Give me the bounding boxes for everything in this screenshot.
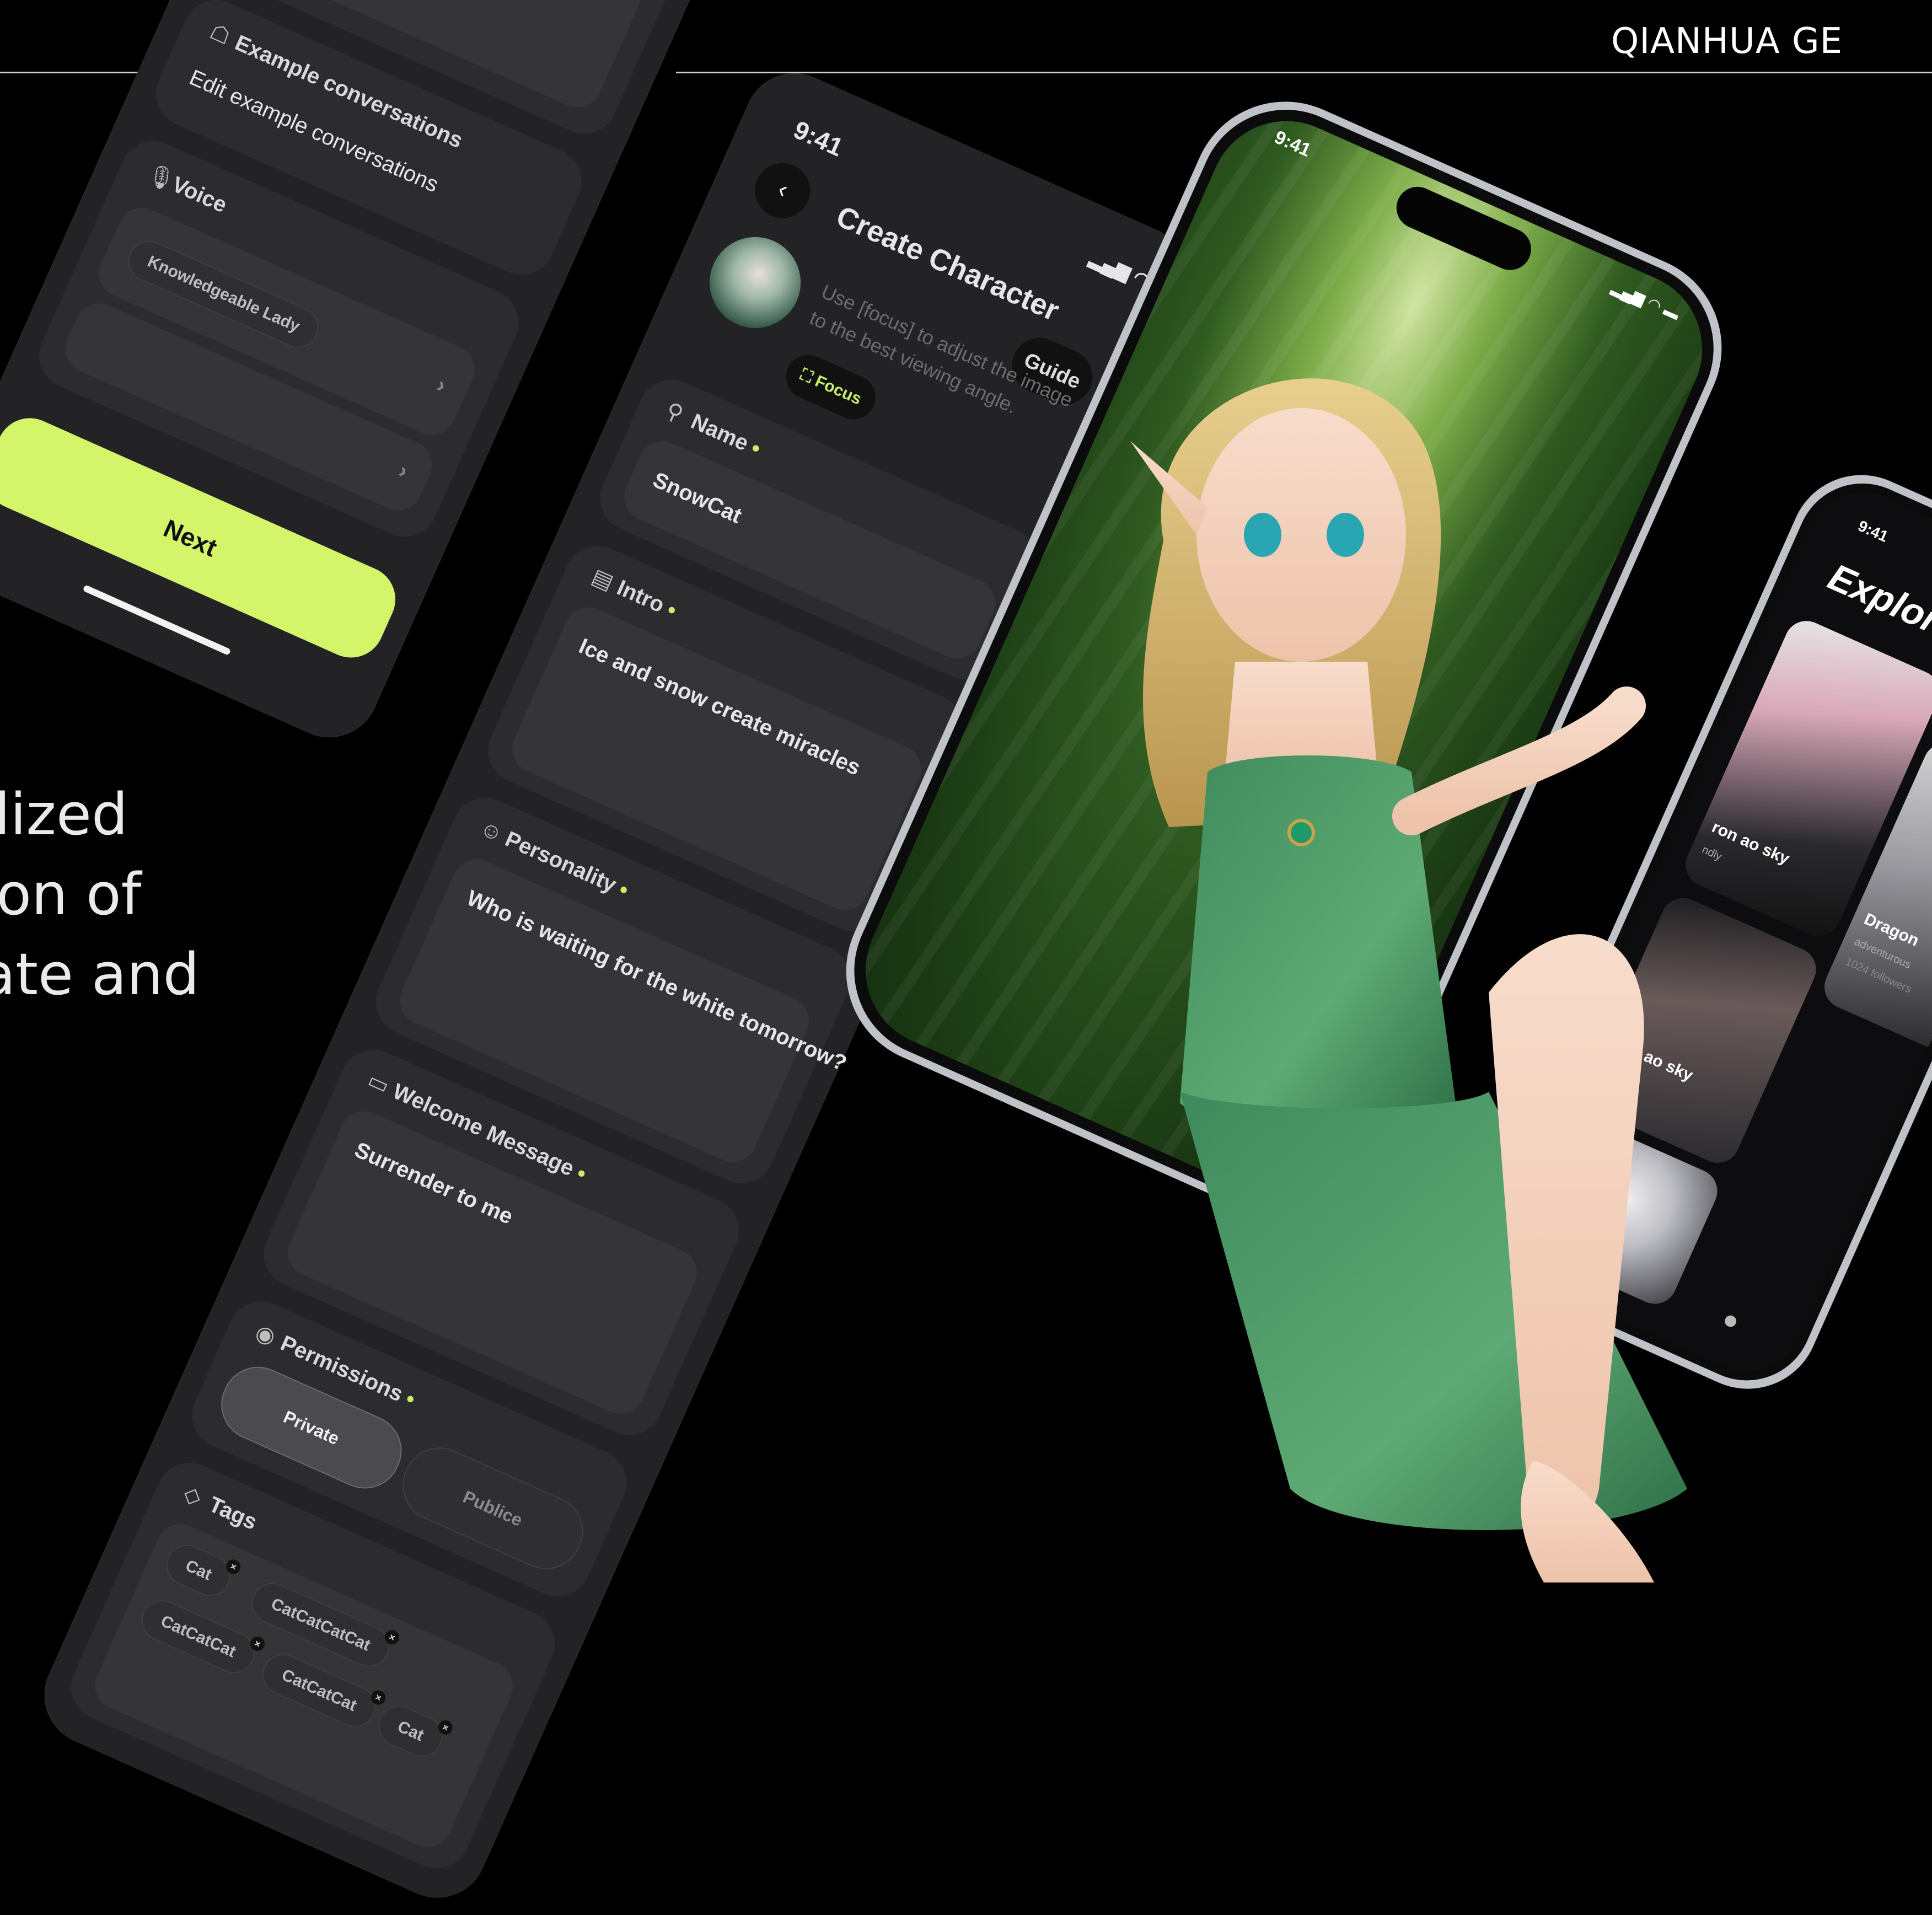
header-rule-left bbox=[0, 72, 155, 73]
voice-label: 🎙Voice bbox=[143, 160, 231, 218]
personality-value: Who is waiting for the white tomorrow? bbox=[463, 886, 851, 1076]
remove-tag-icon[interactable]: × bbox=[369, 1688, 388, 1707]
explore-status-time: 9:41 bbox=[1855, 517, 1891, 545]
back-button[interactable]: ‹ bbox=[746, 154, 819, 227]
book-icon: ▤ bbox=[588, 564, 618, 595]
chevron-right-icon: › bbox=[433, 372, 450, 398]
microphone-icon: 🎙 bbox=[143, 160, 179, 195]
tag-chip[interactable]: CatCatCat × bbox=[135, 1594, 267, 1680]
tag-chip[interactable]: Cat × bbox=[372, 1699, 455, 1764]
arm-shape bbox=[1392, 686, 1646, 835]
permission-public-option[interactable]: Publice bbox=[391, 1436, 595, 1581]
character-avatar[interactable] bbox=[695, 222, 815, 343]
face-shape bbox=[1196, 408, 1406, 662]
header-rule-right bbox=[676, 72, 1932, 73]
user-icon: ⚲ bbox=[662, 398, 687, 427]
remove-tag-icon[interactable]: × bbox=[382, 1628, 402, 1647]
welcome-value: Surrender to me bbox=[351, 1138, 517, 1229]
necklace-gem bbox=[1287, 819, 1315, 846]
focus-button[interactable]: ⛶ Focus bbox=[779, 347, 883, 427]
right-eye bbox=[1327, 513, 1364, 557]
tag-chip[interactable]: CatCatCatCat × bbox=[245, 1576, 402, 1673]
remove-tag-icon[interactable]: × bbox=[436, 1718, 455, 1737]
left-eye bbox=[1244, 513, 1281, 557]
intro-value: Ice and snow create miracles bbox=[575, 634, 865, 780]
character-illustration bbox=[1130, 378, 1687, 1583]
chat-icon: ☖ bbox=[206, 19, 234, 50]
tagline: nalized ation of reate and y bbox=[0, 781, 200, 1008]
tags-input[interactable]: Cat × CatCatCatCat × CatCatCat × CatCatCat ×… bbox=[87, 1516, 521, 1855]
status-time: 9:41 bbox=[789, 115, 848, 162]
eye-icon: ◉ bbox=[251, 1319, 280, 1350]
remove-tag-icon[interactable]: × bbox=[248, 1634, 267, 1654]
name-value: SnowCat bbox=[649, 468, 745, 528]
chevron-right-icon: › bbox=[395, 458, 412, 484]
tag-chip[interactable]: Cat × bbox=[159, 1538, 243, 1603]
message-icon: ▭ bbox=[364, 1068, 393, 1099]
author-name: QIANHUA GE bbox=[1611, 21, 1843, 62]
tag-icon: ◇ bbox=[180, 1480, 206, 1510]
remove-tag-icon[interactable]: × bbox=[224, 1557, 243, 1576]
smile-icon: ☺ bbox=[476, 816, 507, 847]
